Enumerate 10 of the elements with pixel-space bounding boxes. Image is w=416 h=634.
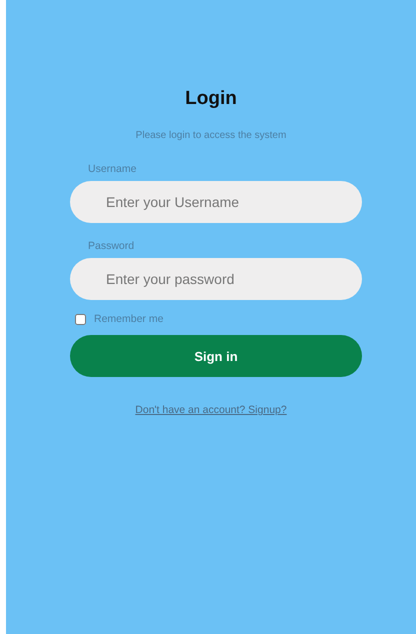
remember-label[interactable]: Remember me: [94, 312, 164, 328]
input-field[interactable]: Enter your Username: [70, 180, 362, 223]
input-field[interactable]: Enter your password: [70, 258, 362, 300]
login-title: Login: [185, 88, 237, 111]
field-label: Password: [88, 238, 136, 254]
signup-link[interactable]: Don't have an account? Signup?: [135, 403, 287, 419]
sign-in-button[interactable]: Sign in: [70, 335, 362, 378]
remember-checkbox[interactable]: [75, 314, 86, 325]
subtitle: Please login to access the system: [136, 129, 286, 143]
field-label: Username: [88, 162, 138, 177]
